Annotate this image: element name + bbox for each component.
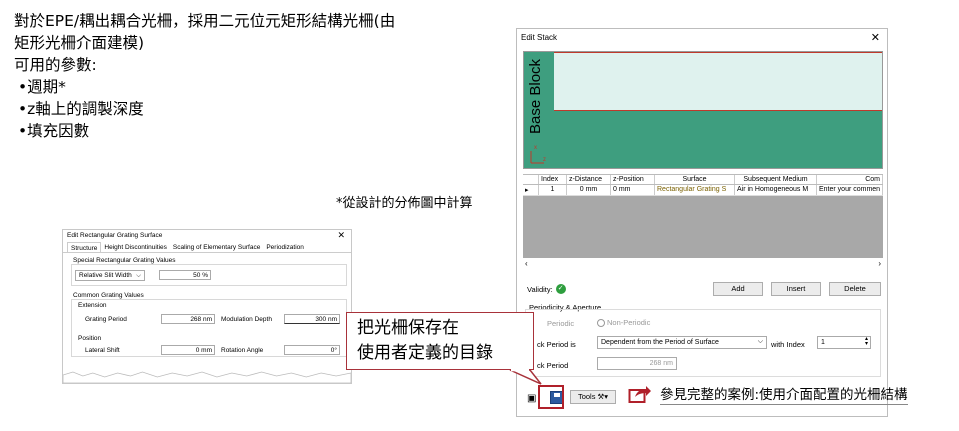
description-line-2: 矩形光柵介面建模) <box>14 34 145 52</box>
non-periodic-label: Non-Periodic <box>607 318 651 327</box>
slit-width-select[interactable]: Relative Slit Width ⌵ <box>75 270 145 281</box>
column-marker <box>523 175 539 184</box>
add-button[interactable]: Add <box>713 282 763 296</box>
params-heading: 可用的參數: <box>14 56 97 74</box>
check-icon: ✓ <box>555 284 566 294</box>
modulation-depth-input[interactable]: 300 nm <box>284 314 340 324</box>
row-surface[interactable]: Rectangular Grating S <box>655 185 735 195</box>
stack-upper-region <box>554 52 882 111</box>
share-arrow-icon <box>628 386 651 403</box>
description-line-1: 對於EPE/耦出耦合光柵，採用二元位元矩形結構光柵(由 <box>14 12 396 30</box>
lateral-shift-input[interactable]: 0 mm <box>161 345 215 355</box>
chevron-down-icon: ⌵ <box>136 272 141 279</box>
axis-x-label: x <box>534 145 537 151</box>
stack-table-header: Index z-Distance z-Position Surface Subs… <box>523 174 883 185</box>
stack-period-mode-value: Dependent from the Period of Surface <box>601 339 719 346</box>
bullet-modulation-depth: •z軸上的調製深度 <box>18 100 144 118</box>
rotation-angle-input[interactable]: 0° <box>284 345 340 355</box>
dialog-tabs: Structure Height Discontinuities Scaling… <box>63 242 351 253</box>
column-index: Index <box>539 175 567 184</box>
row-medium[interactable]: Air in Homogeneous M <box>735 185 817 195</box>
index-value: 1 <box>821 339 825 346</box>
tools-label: Tools <box>577 392 596 401</box>
grating-period-label: Grating Period <box>85 316 127 323</box>
axis-z-label: z <box>543 157 546 163</box>
insert-button[interactable]: Insert <box>771 282 821 296</box>
row-z-distance[interactable]: 0 mm <box>567 185 611 195</box>
base-block: Base Block x z <box>524 52 554 168</box>
torn-edge <box>63 371 351 383</box>
row-index: 1 <box>539 185 567 195</box>
common-group-label: Common Grating Values <box>73 292 144 299</box>
callout-box: 把光柵保存在 使用者定義的目錄 <box>346 312 534 370</box>
dialog-title: Edit Stack <box>521 33 558 42</box>
stack-period-mode-select[interactable]: Dependent from the Period of Surface ⌵ <box>597 336 767 349</box>
lateral-shift-label: Lateral Shift <box>85 347 120 354</box>
row-z-position: 0 mm <box>611 185 655 195</box>
special-group-label: Special Rectangular Grating Values <box>73 257 176 264</box>
grating-period-input[interactable]: 268 nm <box>161 314 215 324</box>
close-icon[interactable]: ✕ <box>337 230 345 241</box>
footnote: *從設計的分佈圖中計算 <box>336 196 473 211</box>
dialog-title-bar: Edit Rectangular Grating Surface ✕ <box>63 230 351 242</box>
tab-structure[interactable]: Structure <box>67 242 102 252</box>
stepper-arrows-icon[interactable]: ▴ ▾ <box>865 336 868 347</box>
column-comment: Com <box>817 175 883 184</box>
position-label: Position <box>78 335 102 342</box>
row-comment[interactable]: Enter your commen <box>817 185 883 195</box>
table-empty-area <box>523 196 883 258</box>
index-stepper[interactable]: 1 ▴ ▾ <box>817 336 871 349</box>
tab-scaling[interactable]: Scaling of Elementary Surface <box>170 242 263 252</box>
dialog-title-bar: Edit Stack ✕ <box>517 29 887 47</box>
horizontal-scrollbar[interactable]: ‹ › <box>523 259 883 270</box>
validity-indicator: Validity: ✓ <box>527 284 566 294</box>
table-row[interactable]: ▸ 1 0 mm 0 mm Rectangular Grating S Air … <box>523 185 883 196</box>
dialog-title: Edit Rectangular Grating Surface <box>67 232 163 239</box>
validity-label: Validity: <box>527 284 553 294</box>
slit-width-select-value: Relative Slit Width <box>79 272 132 279</box>
scroll-right-icon[interactable]: › <box>878 259 881 268</box>
stack-lower-region <box>554 111 882 168</box>
stack-period-label: ck Period <box>537 361 569 370</box>
slit-width-input[interactable]: 50 % <box>159 270 211 280</box>
bullet-period: •週期* <box>18 78 66 96</box>
save-icon-highlight <box>538 385 564 409</box>
example-link-text[interactable]: 參見完整的案例:使用介面配置的光柵結構 <box>660 383 908 405</box>
periodic-option-label[interactable]: Periodic <box>547 319 574 328</box>
column-z-distance: z-Distance <box>567 175 611 184</box>
base-block-label: Base Block <box>527 58 544 134</box>
callout-line-2: 使用者定義的目錄 <box>357 343 493 363</box>
callout-line-1: 把光柵保存在 <box>357 318 459 338</box>
slide-description: 對於EPE/耦出耦合光柵，採用二元位元矩形結構光柵(由 矩形光柵介面建模) 可用… <box>14 10 504 142</box>
catalog-icon[interactable]: ▣ <box>527 393 536 404</box>
column-z-position: z-Position <box>611 175 655 184</box>
edit-stack-dialog: Edit Stack ✕ Base Block x z Index z-Dist… <box>516 28 888 417</box>
delete-button[interactable]: Delete <box>829 282 881 296</box>
example-link[interactable]: 參見完整的案例:使用介面配置的光柵結構 <box>628 383 908 405</box>
stack-visualization: Base Block x z <box>523 51 883 169</box>
row-marker: ▸ <box>523 185 539 195</box>
extension-label: Extension <box>78 302 107 309</box>
modulation-depth-label: Modulation Depth <box>221 316 272 323</box>
rectangular-grating-dialog: Edit Rectangular Grating Surface ✕ Struc… <box>62 229 352 384</box>
with-index-label: with Index <box>771 340 805 349</box>
bullet-fill-factor: •填充因數 <box>18 122 90 140</box>
tab-periodization[interactable]: Periodization <box>263 242 307 252</box>
stack-period-is-label: ck Period is <box>537 340 576 349</box>
rotation-angle-label: Rotation Angle <box>221 347 264 354</box>
column-surface: Surface <box>655 175 735 184</box>
close-icon[interactable]: ✕ <box>871 31 880 44</box>
stack-period-value: 268 nm <box>597 357 677 370</box>
radio-icon <box>597 319 605 328</box>
wrench-icon: ⚒▾ <box>597 392 609 401</box>
non-periodic-radio[interactable]: Non-Periodic <box>597 318 651 328</box>
tools-button[interactable]: Tools ⚒▾ <box>570 390 616 404</box>
tab-height-discontinuities[interactable]: Height Discontinuities <box>101 242 170 252</box>
scroll-left-icon[interactable]: ‹ <box>525 259 528 268</box>
chevron-down-icon: ⌵ <box>757 338 763 345</box>
column-medium: Subsequent Medium <box>735 175 817 184</box>
